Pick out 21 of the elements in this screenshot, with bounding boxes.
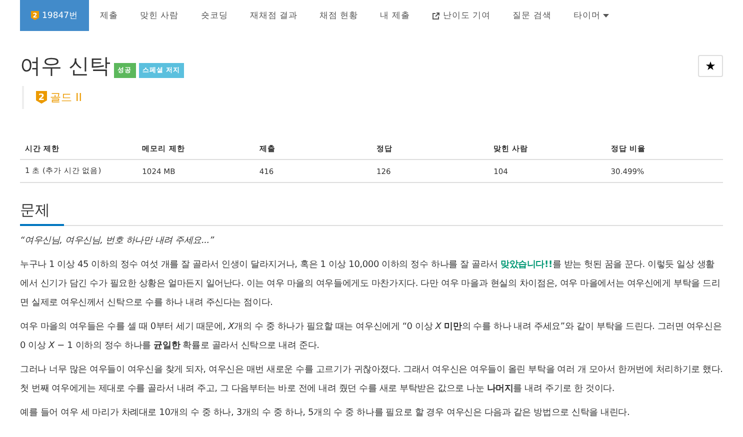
section-heading: 문제 — [20, 201, 723, 226]
paragraph: 누구나 1 이상 45 이하의 정수 여섯 개를 잘 골라서 인생이 달라지거나, 혹은 1 이상 10,000 이하의 정수 하나를 잘 골라서 맞았습니다!!를 받는 헛된 꿈을 꾼다. 이렇듯 일상 생활에서 신기가 담긴 수가 필요한 상황은 얼마든지 일어난다. 이는 여우 마을의 여우들에게도 마찬가지다. 다만 여우 마을과 현실의 차이점은, 여우 마을에서는 여우신에게 부탁을 드리면 실제로 여우신께서 신탁으로 수를 하나 내려 주신다는 점이다. — [20, 259, 722, 310]
problem-title: 여우 신탁 — [20, 53, 111, 80]
tier-icon: 2 — [36, 91, 47, 104]
nav-tab[interactable]: 제출 — [89, 0, 130, 31]
paragraph: 그러나 너무 많은 여우들이 여우신을 찾게 되자, 여우신은 매번 새로운 수를 고르기가 귀찮아졌다. 그래서 여우신은 여우들이 올린 부탁을 여러 개 모아서 한꺼번에 처리하기로 했다. 첫 번째 여우에게는 제대로 수를 골라서 내려 주고, 그 다음부터는 바로 전에 내려 줬던 수를 새로 부탁받은 값으로 나눈 나머지를 내려 주기로 한 것이다. — [20, 364, 723, 396]
nav-tab[interactable]: 타이머 — [562, 0, 620, 31]
nav-tab[interactable]: 재채점 결과 — [238, 0, 308, 31]
nav-tab[interactable]: 맞힌 사람 — [129, 0, 190, 31]
nav-tab[interactable]: 내 제출 — [369, 0, 421, 31]
nav-tab[interactable]: 난이도 기여 — [420, 0, 502, 31]
nav-tab[interactable]: 질문 검색 — [502, 0, 562, 31]
tier-label: 골드 II — [50, 90, 82, 105]
caret-icon — [603, 14, 610, 18]
nav-tab[interactable]: 채점 현황 — [308, 0, 370, 31]
quote-text: “여우신님, 여우신님, 번호 하나만 내려 주세요...” — [20, 235, 216, 248]
nav-tab[interactable]: 숏코딩 — [190, 0, 239, 31]
star-button[interactable]: ★ — [698, 55, 723, 77]
paragraph: 예를 들어 여우 세 마리가 차례대로 10개의 수 중 하나, 3개의 수 중 하나, 5개의 수 중 하나를 필요로 할 경우 여우신은 다음과 같은 방법으로 신탁을 내린다. — [20, 407, 631, 420]
external-link-icon — [432, 12, 440, 20]
paragraph: 여우 마을의 여우들은 수를 셀 때 0부터 세기 때문에, X개의 수 중 하나가 필요할 때는 여우신에게 “0 이상 X 미만의 수를 하나 내려 주세요”와 같이 부탁을 드린다. 그러면 여우신은 0 이상 X − 1 이하의 정수 하나를 균일한 확률로 골라서 신탁으로 내려 준다. — [20, 321, 723, 353]
